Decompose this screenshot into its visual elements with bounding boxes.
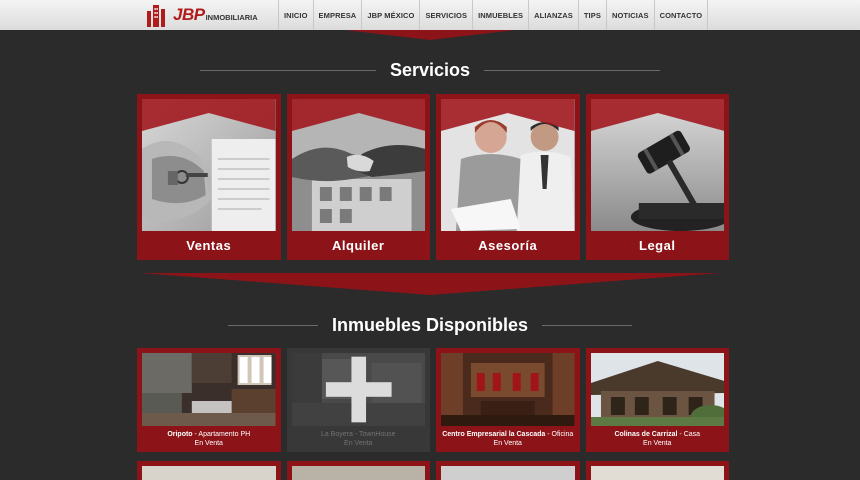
room-photo [291, 466, 425, 480]
property-status: En Venta [194, 440, 223, 447]
heading-rule-left [200, 70, 376, 71]
properties-grid-row-2 [137, 461, 729, 480]
service-label-asesoria: Asesoría [478, 238, 538, 253]
property-name: Centro Empresarial la Cascada [442, 431, 546, 438]
keys-handing-photo-icon [142, 99, 276, 231]
service-label-ventas: Ventas [186, 238, 232, 253]
plus-icon[interactable] [292, 353, 426, 426]
services-grid: Ventas Alquiler Asesoría Legal [137, 94, 729, 260]
main-nav: INICIO EMPRESA JBP MÉXICO SERVICIOS INMU… [278, 0, 709, 30]
property-card-partial[interactable] [286, 461, 430, 480]
property-title: Colinas de Carrizal - Casa [591, 430, 725, 439]
property-title: Centro Empresarial la Cascada - Oficina [441, 430, 575, 439]
inmuebles-heading: Inmuebles Disponibles [228, 315, 633, 336]
logo-brand: JBP [173, 5, 205, 24]
property-name: Colinas de Carrizal [614, 431, 678, 438]
service-card-asesoria[interactable]: Asesoría [436, 94, 580, 260]
nav-item-alianzas[interactable]: ALIANZAS [528, 0, 578, 30]
building-logo-icon [147, 5, 165, 27]
inmuebles-title: Inmuebles Disponibles [331, 315, 529, 335]
office-photo [441, 466, 575, 480]
property-title: La Boyera - TownHouse [292, 430, 426, 439]
living-room-photo-icon [142, 353, 276, 426]
office-interior-photo-icon [441, 353, 575, 426]
servicios-title: Servicios [389, 60, 471, 80]
header-inner: JBP INMOBILIARIA INICIO EMPRESA JBP MÉXI… [142, 0, 709, 30]
nav-item-inicio[interactable]: INICIO [278, 0, 313, 30]
nav-item-jbp-mexico[interactable]: JBP MÉXICO [361, 0, 419, 30]
interior-photo [590, 466, 724, 480]
nav-item-contacto[interactable]: CONTACTO [653, 0, 709, 30]
property-status: En Venta [344, 440, 373, 447]
property-card-partial[interactable] [137, 461, 281, 480]
service-card-legal[interactable]: Legal [585, 94, 729, 260]
property-card-partial[interactable] [436, 461, 580, 480]
nav-item-noticias[interactable]: NOTICIAS [605, 0, 654, 30]
header-chevron-decoration [345, 30, 515, 40]
service-card-ventas[interactable]: Ventas [137, 94, 281, 260]
property-card-oripoto[interactable]: Oripoto - Apartamento PH En Venta [137, 348, 281, 452]
property-status: En Venta [643, 440, 672, 447]
kitchen-photo [142, 466, 276, 480]
section-divider-chevron [140, 273, 720, 295]
nav-item-inmuebles[interactable]: INMUEBLES [472, 0, 528, 30]
logo-text: JBP INMOBILIARIA [173, 5, 258, 25]
nav-item-servicios[interactable]: SERVICIOS [419, 0, 472, 30]
site-logo[interactable]: JBP INMOBILIARIA [142, 0, 278, 30]
heading-rule-right [542, 325, 633, 326]
property-type: - Apartamento PH [192, 431, 251, 438]
service-label-legal: Legal [639, 238, 676, 253]
townhouse-photo [291, 353, 426, 426]
property-status: En Venta [493, 440, 522, 447]
property-title: Oripoto - Apartamento PH [142, 430, 276, 439]
property-card-la-boyera[interactable]: La Boyera - TownHouse En Venta [286, 348, 430, 452]
service-label-alquiler: Alquiler [332, 238, 385, 253]
property-card-centro-empresarial[interactable]: Centro Empresarial la Cascada - Oficina … [436, 348, 580, 452]
house-exterior-photo-icon [590, 353, 724, 426]
servicios-heading: Servicios [200, 60, 660, 81]
service-card-alquiler[interactable]: Alquiler [286, 94, 430, 260]
top-header: JBP INMOBILIARIA INICIO EMPRESA JBP MÉXI… [0, 0, 860, 30]
nav-item-tips[interactable]: TIPS [577, 0, 606, 30]
heading-rule-left [228, 325, 318, 326]
property-type: - Casa [677, 431, 701, 438]
heading-rule-right [484, 70, 660, 71]
gavel-photo-icon [590, 99, 724, 231]
property-card-partial[interactable] [585, 461, 729, 480]
logo-tagline: INMOBILIARIA [205, 13, 258, 22]
properties-grid: Oripoto - Apartamento PH En Venta La Boy… [137, 348, 729, 452]
property-name: Oripoto [167, 431, 193, 438]
property-type: - Oficina [545, 431, 574, 438]
property-type: - TownHouse [352, 431, 396, 438]
property-card-colinas-de-carrizal[interactable]: Colinas de Carrizal - Casa En Venta [585, 348, 729, 452]
property-name: La Boyera [320, 431, 353, 438]
handshake-photo-icon [291, 99, 425, 231]
consulting-people-photo-icon [441, 99, 575, 231]
nav-item-empresa[interactable]: EMPRESA [312, 0, 362, 30]
